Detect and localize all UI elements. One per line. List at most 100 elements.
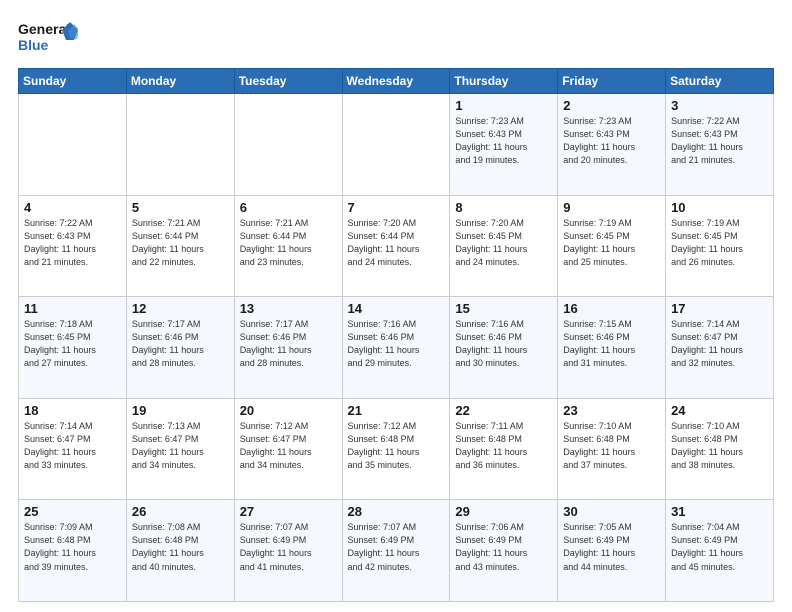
week-row-2: 4 Sunrise: 7:22 AM Sunset: 6:43 PM Daylig…	[19, 195, 774, 297]
day-info: Sunrise: 7:04 AM Sunset: 6:49 PM Dayligh…	[671, 521, 768, 573]
week-row-1: 1 Sunrise: 7:23 AM Sunset: 6:43 PM Daylig…	[19, 94, 774, 196]
day-info: Sunrise: 7:19 AM Sunset: 6:45 PM Dayligh…	[671, 217, 768, 269]
calendar-cell: 26Sunrise: 7:08 AM Sunset: 6:48 PM Dayli…	[126, 500, 234, 602]
calendar-cell: 22 Sunrise: 7:11 AM Sunset: 6:48 PM Dayli…	[450, 398, 558, 500]
day-info: Sunrise: 7:06 AM Sunset: 6:49 PM Dayligh…	[455, 521, 552, 573]
day-number: 29	[455, 504, 552, 519]
day-info: Sunrise: 7:07 AM Sunset: 6:49 PM Dayligh…	[348, 521, 445, 573]
calendar-cell: 14Sunrise: 7:16 AM Sunset: 6:46 PM Dayli…	[342, 297, 450, 399]
day-number: 22	[455, 403, 552, 418]
day-number: 1	[455, 98, 552, 113]
calendar-cell: 9 Sunrise: 7:19 AM Sunset: 6:45 PM Daylig…	[558, 195, 666, 297]
calendar-cell	[19, 94, 127, 196]
day-number: 18	[24, 403, 121, 418]
calendar-cell: 10Sunrise: 7:19 AM Sunset: 6:45 PM Dayli…	[666, 195, 774, 297]
calendar-cell: 4 Sunrise: 7:22 AM Sunset: 6:43 PM Daylig…	[19, 195, 127, 297]
day-info: Sunrise: 7:23 AM Sunset: 6:43 PM Dayligh…	[563, 115, 660, 167]
weekday-header-saturday: Saturday	[666, 69, 774, 94]
calendar-cell: 1 Sunrise: 7:23 AM Sunset: 6:43 PM Daylig…	[450, 94, 558, 196]
week-row-3: 11 Sunrise: 7:18 AM Sunset: 6:45 PM Dayli…	[19, 297, 774, 399]
day-number: 3	[671, 98, 768, 113]
day-number: 15	[455, 301, 552, 316]
day-info: Sunrise: 7:17 AM Sunset: 6:46 PM Dayligh…	[132, 318, 229, 370]
calendar-cell: 7Sunrise: 7:20 AM Sunset: 6:44 PM Daylig…	[342, 195, 450, 297]
weekday-header-monday: Monday	[126, 69, 234, 94]
calendar-cell: 3 Sunrise: 7:22 AM Sunset: 6:43 PM Daylig…	[666, 94, 774, 196]
weekday-header-wednesday: Wednesday	[342, 69, 450, 94]
day-number: 30	[563, 504, 660, 519]
calendar-cell: 12 Sunrise: 7:17 AM Sunset: 6:46 PM Dayli…	[126, 297, 234, 399]
weekday-header-thursday: Thursday	[450, 69, 558, 94]
day-number: 7	[348, 200, 445, 215]
day-number: 8	[455, 200, 552, 215]
calendar-cell	[126, 94, 234, 196]
day-number: 17	[671, 301, 768, 316]
day-info: Sunrise: 7:10 AM Sunset: 6:48 PM Dayligh…	[563, 420, 660, 472]
day-info: Sunrise: 7:23 AM Sunset: 6:43 PM Dayligh…	[455, 115, 552, 167]
day-number: 4	[24, 200, 121, 215]
day-info: Sunrise: 7:21 AM Sunset: 6:44 PM Dayligh…	[132, 217, 229, 269]
day-info: Sunrise: 7:19 AM Sunset: 6:45 PM Dayligh…	[563, 217, 660, 269]
day-info: Sunrise: 7:07 AM Sunset: 6:49 PM Dayligh…	[240, 521, 337, 573]
calendar-cell	[342, 94, 450, 196]
page: General Blue SundayMondayTuesdayWednesda…	[0, 0, 792, 612]
week-row-5: 25 Sunrise: 7:09 AM Sunset: 6:48 PM Dayli…	[19, 500, 774, 602]
calendar-cell: 15 Sunrise: 7:16 AM Sunset: 6:46 PM Dayli…	[450, 297, 558, 399]
day-info: Sunrise: 7:09 AM Sunset: 6:48 PM Dayligh…	[24, 521, 121, 573]
day-info: Sunrise: 7:12 AM Sunset: 6:48 PM Dayligh…	[348, 420, 445, 472]
day-info: Sunrise: 7:22 AM Sunset: 6:43 PM Dayligh…	[671, 115, 768, 167]
day-info: Sunrise: 7:05 AM Sunset: 6:49 PM Dayligh…	[563, 521, 660, 573]
calendar-cell: 31 Sunrise: 7:04 AM Sunset: 6:49 PM Dayli…	[666, 500, 774, 602]
calendar-cell: 29 Sunrise: 7:06 AM Sunset: 6:49 PM Dayli…	[450, 500, 558, 602]
day-number: 27	[240, 504, 337, 519]
day-number: 5	[132, 200, 229, 215]
calendar-cell: 24 Sunrise: 7:10 AM Sunset: 6:48 PM Dayli…	[666, 398, 774, 500]
day-number: 13	[240, 301, 337, 316]
day-info: Sunrise: 7:16 AM Sunset: 6:46 PM Dayligh…	[455, 318, 552, 370]
day-number: 12	[132, 301, 229, 316]
day-number: 31	[671, 504, 768, 519]
day-info: Sunrise: 7:13 AM Sunset: 6:47 PM Dayligh…	[132, 420, 229, 472]
calendar-cell	[234, 94, 342, 196]
calendar-cell: 27 Sunrise: 7:07 AM Sunset: 6:49 PM Dayli…	[234, 500, 342, 602]
logo-svg: General Blue	[18, 18, 78, 58]
day-number: 6	[240, 200, 337, 215]
day-number: 26	[132, 504, 229, 519]
calendar-cell: 5 Sunrise: 7:21 AM Sunset: 6:44 PM Daylig…	[126, 195, 234, 297]
calendar-cell: 18 Sunrise: 7:14 AM Sunset: 6:47 PM Dayli…	[19, 398, 127, 500]
header: General Blue	[18, 18, 774, 58]
day-number: 25	[24, 504, 121, 519]
day-info: Sunrise: 7:14 AM Sunset: 6:47 PM Dayligh…	[24, 420, 121, 472]
day-number: 11	[24, 301, 121, 316]
svg-text:Blue: Blue	[18, 37, 49, 53]
day-number: 20	[240, 403, 337, 418]
day-info: Sunrise: 7:21 AM Sunset: 6:44 PM Dayligh…	[240, 217, 337, 269]
calendar-cell: 13 Sunrise: 7:17 AM Sunset: 6:46 PM Dayli…	[234, 297, 342, 399]
day-info: Sunrise: 7:11 AM Sunset: 6:48 PM Dayligh…	[455, 420, 552, 472]
day-number: 21	[348, 403, 445, 418]
calendar-cell: 21 Sunrise: 7:12 AM Sunset: 6:48 PM Dayli…	[342, 398, 450, 500]
day-number: 14	[348, 301, 445, 316]
day-info: Sunrise: 7:17 AM Sunset: 6:46 PM Dayligh…	[240, 318, 337, 370]
day-number: 19	[132, 403, 229, 418]
day-number: 23	[563, 403, 660, 418]
calendar-cell: 30 Sunrise: 7:05 AM Sunset: 6:49 PM Dayli…	[558, 500, 666, 602]
day-info: Sunrise: 7:15 AM Sunset: 6:46 PM Dayligh…	[563, 318, 660, 370]
svg-text:General: General	[18, 21, 70, 37]
calendar-cell: 16Sunrise: 7:15 AM Sunset: 6:46 PM Dayli…	[558, 297, 666, 399]
week-row-4: 18 Sunrise: 7:14 AM Sunset: 6:47 PM Dayli…	[19, 398, 774, 500]
weekday-header-tuesday: Tuesday	[234, 69, 342, 94]
day-info: Sunrise: 7:18 AM Sunset: 6:45 PM Dayligh…	[24, 318, 121, 370]
calendar-cell: 19 Sunrise: 7:13 AM Sunset: 6:47 PM Dayli…	[126, 398, 234, 500]
day-number: 2	[563, 98, 660, 113]
calendar-cell: 8Sunrise: 7:20 AM Sunset: 6:45 PM Daylig…	[450, 195, 558, 297]
day-info: Sunrise: 7:10 AM Sunset: 6:48 PM Dayligh…	[671, 420, 768, 472]
day-number: 28	[348, 504, 445, 519]
day-number: 9	[563, 200, 660, 215]
calendar-cell: 11 Sunrise: 7:18 AM Sunset: 6:45 PM Dayli…	[19, 297, 127, 399]
day-info: Sunrise: 7:22 AM Sunset: 6:43 PM Dayligh…	[24, 217, 121, 269]
day-info: Sunrise: 7:12 AM Sunset: 6:47 PM Dayligh…	[240, 420, 337, 472]
calendar-table: SundayMondayTuesdayWednesdayThursdayFrid…	[18, 68, 774, 602]
weekday-header-sunday: Sunday	[19, 69, 127, 94]
day-number: 24	[671, 403, 768, 418]
